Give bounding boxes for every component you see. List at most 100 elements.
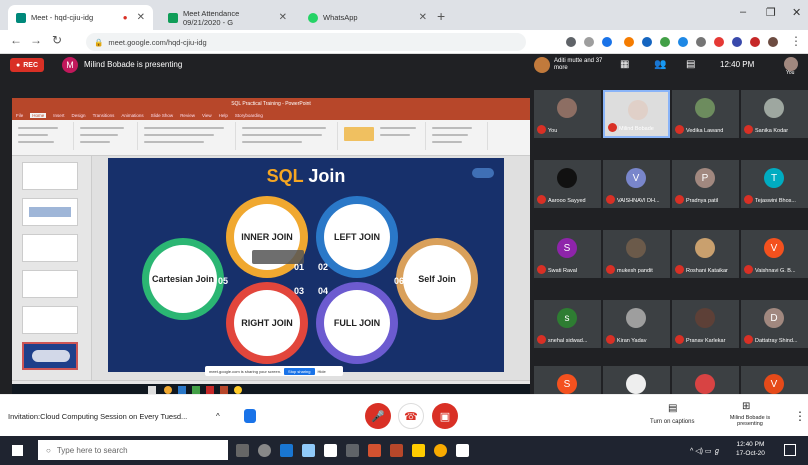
participant-tile[interactable]: Kiran Yadav [603, 300, 670, 348]
grid-layout-icon[interactable]: ▦ [620, 59, 629, 70]
ppt-menu-item[interactable]: Animations [121, 113, 143, 118]
participant-tile[interactable]: Sanika Kodar [741, 90, 808, 138]
participant-avatar [695, 308, 715, 328]
participant-tile[interactable]: D Dattatray Shind... [741, 300, 808, 348]
reload-icon[interactable]: ↻ [52, 33, 62, 47]
slide-floating-toolbar[interactable] [252, 250, 304, 264]
explorer-icon[interactable] [412, 444, 425, 457]
slide-thumbnail[interactable] [22, 270, 78, 298]
app-icon[interactable] [456, 444, 469, 457]
tab-whatsapp[interactable]: WhatsApp ✕ [300, 5, 435, 30]
participant-tile[interactable]: S Swati Raval [534, 230, 601, 278]
mic-icon[interactable] [236, 444, 249, 457]
ppt-menu-item[interactable]: Home [30, 112, 47, 118]
participant-avatar [534, 57, 550, 73]
taskbar-clock[interactable]: 12:40 PM 17-Oct-20 [736, 440, 765, 458]
leave-call-button[interactable]: ☎ [398, 403, 424, 429]
extension-icon[interactable] [750, 37, 760, 47]
shield-icon[interactable] [244, 409, 256, 423]
powerpoint-icon[interactable] [390, 444, 403, 457]
captions-icon[interactable]: ▤ [668, 403, 677, 414]
participant-tile[interactable]: Milind Bobade [603, 90, 670, 138]
extension-icon[interactable] [678, 37, 688, 47]
tab-title: WhatsApp [323, 13, 358, 22]
presenting-label[interactable]: Milind Bobade is presenting [724, 415, 776, 427]
mail-icon[interactable] [346, 444, 359, 457]
camera-icon[interactable] [566, 37, 576, 47]
new-tab-button[interactable]: + [437, 8, 445, 24]
slide-thumbnail[interactable] [22, 198, 78, 226]
participant-tile[interactable]: Vedika Lawand [672, 90, 739, 138]
minimize-button[interactable]: – [740, 6, 746, 18]
ppt-menu-item[interactable]: Storyboarding [235, 113, 263, 118]
mic-off-button[interactable]: 🎤 [365, 403, 391, 429]
back-icon[interactable]: ← [10, 33, 22, 47]
chrome-icon[interactable] [434, 444, 447, 457]
more-options-icon[interactable]: ⋮ [794, 409, 806, 423]
ppt-menu-item[interactable]: Transitions [93, 113, 115, 118]
close-tab-icon[interactable]: ✕ [137, 12, 145, 23]
extension-icon[interactable] [642, 37, 652, 47]
app-icon[interactable] [368, 444, 381, 457]
participant-tile[interactable]: T Tejaswini Bhos... [741, 160, 808, 208]
participant-tile[interactable]: You [534, 90, 601, 138]
ppt-menu-item[interactable]: File [16, 113, 23, 118]
forward-icon[interactable]: → [30, 33, 42, 47]
participant-tile[interactable]: Roshani Kataikar [672, 230, 739, 278]
slide-thumbnail[interactable] [22, 234, 78, 262]
camera-off-button[interactable]: ▣ [432, 403, 458, 429]
close-tab-icon[interactable]: ✕ [419, 12, 427, 23]
slide-thumbnail[interactable] [22, 306, 78, 334]
extension-icon[interactable] [696, 37, 706, 47]
extension-icon[interactable] [714, 37, 724, 47]
meeting-details-chevron-icon[interactable]: ^ [216, 412, 220, 421]
ppt-menu-item[interactable]: View [202, 113, 212, 118]
slide-thumbnail[interactable] [22, 162, 78, 190]
participant-tile[interactable]: V Vaishnavi G. B... [741, 230, 808, 278]
taskbar-date: 17-Oct-20 [736, 450, 765, 457]
star-icon[interactable] [602, 37, 612, 47]
participant-tile[interactable]: mukesh pandit [603, 230, 670, 278]
notifications-icon[interactable] [784, 444, 796, 456]
participant-tile[interactable]: Pranav Karlekar [672, 300, 739, 348]
chat-icon[interactable]: ▤ [686, 59, 695, 70]
system-tray-icons[interactable]: ^ ◁) ▭ ℊ [690, 446, 720, 456]
edge-icon[interactable] [280, 444, 293, 457]
slide-thumbnail-selected[interactable] [22, 342, 78, 370]
files-icon[interactable] [324, 444, 337, 457]
participant-tile[interactable]: V VAISHNAVI DH... [603, 160, 670, 208]
captions-label[interactable]: Turn on captions [650, 419, 694, 425]
stop-sharing-button[interactable]: Stop sharing [284, 367, 315, 375]
menu-icon[interactable]: ⋮ [790, 34, 802, 48]
taskbar-search[interactable]: ○ Type here to search [38, 440, 228, 460]
present-icon[interactable]: ⊞ [742, 401, 750, 412]
tab-meet[interactable]: Meet - hqd-cjiu-idg ● ✕ [8, 5, 153, 30]
maximize-button[interactable]: ❐ [766, 6, 776, 19]
participant-name: Aarooo Sayyed [548, 198, 586, 204]
hide-button[interactable]: Hide [318, 369, 326, 374]
address-bar[interactable]: 🔒 meet.google.com/hqd-cjiu-idg [86, 33, 526, 51]
extension-icon[interactable] [732, 37, 742, 47]
participant-tile[interactable]: Aarooo Sayyed [534, 160, 601, 208]
extension-icon[interactable] [660, 37, 670, 47]
ppt-menu-item[interactable]: Insert [53, 113, 64, 118]
start-icon[interactable] [12, 445, 23, 456]
store-icon[interactable] [302, 444, 315, 457]
ppt-menu-item[interactable]: Slide Show [151, 113, 174, 118]
ppt-menu-item[interactable]: Design [72, 113, 86, 118]
participant-avatar: P [695, 168, 715, 188]
meeting-title[interactable]: Invitation:Cloud Computing Session on Ev… [8, 412, 187, 421]
ppt-menu-item[interactable]: Review [180, 113, 195, 118]
full-join-circle: FULL JOIN [324, 290, 390, 356]
participant-tile[interactable]: s snehal sidwad... [534, 300, 601, 348]
people-icon[interactable]: 👥 [654, 59, 666, 70]
close-window-button[interactable]: ✕ [792, 6, 801, 19]
ppt-menu-item[interactable]: Help [219, 113, 228, 118]
extension-icon[interactable] [624, 37, 634, 47]
tab-attendance[interactable]: Meet Attendance 09/21/2020 - G ✕ [160, 5, 295, 30]
profile-avatar[interactable] [768, 37, 778, 47]
close-tab-icon[interactable]: ✕ [279, 12, 287, 23]
search-icon[interactable] [584, 37, 594, 47]
participant-tile[interactable]: P Pradnya patil [672, 160, 739, 208]
task-view-icon[interactable] [258, 444, 271, 457]
